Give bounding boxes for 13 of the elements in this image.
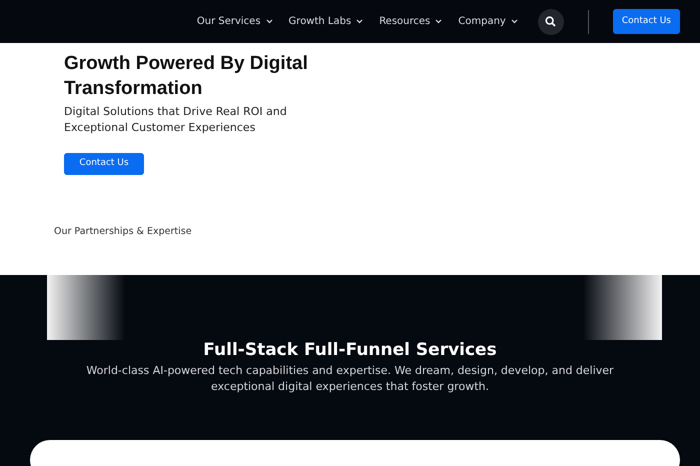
- nav-menu-link[interactable]: Growth Labs: [288, 14, 364, 29]
- search-button[interactable]: [538, 8, 564, 34]
- nav-menu-link[interactable]: Our Services: [196, 14, 273, 29]
- search-icon: [545, 16, 556, 27]
- contact-us-button[interactable]: Contact Us: [64, 153, 144, 176]
- nav-menu-link[interactable]: Resources: [379, 14, 442, 29]
- hero-title: Growth Powered By Digital Transformation: [64, 52, 309, 101]
- section-label: Our Partnerships & Expertise: [54, 225, 193, 240]
- section-title: Full-Stack Full-Funnel Services: [202, 340, 498, 360]
- contact-us-button[interactable]: Contact Us: [612, 8, 680, 34]
- nav-menu-link[interactable]: Company: [458, 14, 518, 29]
- section-description: World-class AI-powered tech capabilities and expertise. We dream, design, develop, and deliver exceptional digital experiences that foster growth.: [85, 363, 615, 396]
- hero-subtitle: Digital Solutions that Drive Real ROI and Exceptional Customer Experiences: [64, 104, 288, 136]
